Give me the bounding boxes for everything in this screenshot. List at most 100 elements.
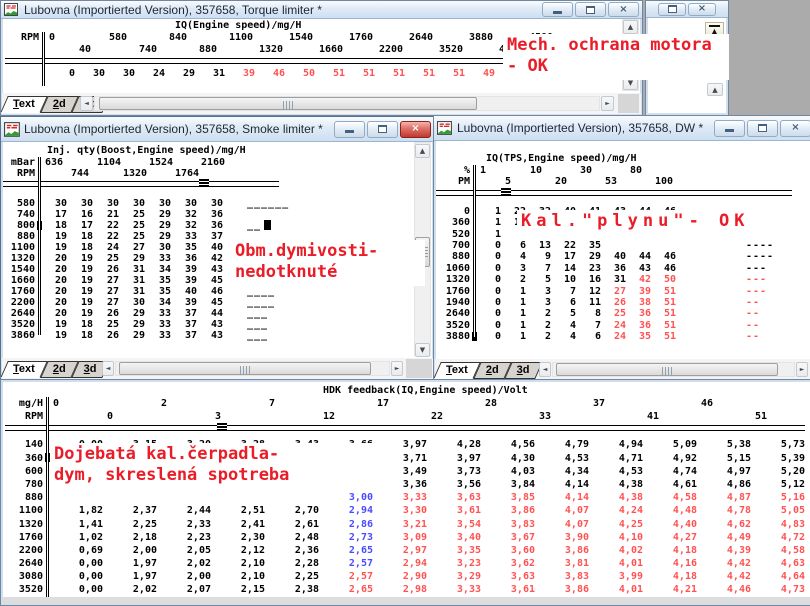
map-cell[interactable]: 40: [601, 251, 626, 262]
map-cell[interactable]: 2,02: [157, 557, 211, 570]
map-cell[interactable]: 24: [135, 68, 165, 80]
table-row[interactable]: 35200,002,022,072,152,382,652,983,333,61…: [5, 583, 810, 596]
maximize-button[interactable]: [747, 120, 778, 137]
map-cell[interactable]: 3,97: [373, 438, 427, 451]
map-cell[interactable]: 6: [576, 331, 601, 342]
map-cell[interactable]: 4,74: [643, 465, 697, 478]
map-cell[interactable]: 4,83: [751, 518, 805, 531]
map-cell[interactable]: 4,58: [751, 544, 805, 557]
table-row[interactable]: 80018172225293236__: [3, 220, 410, 231]
map-cell[interactable]: 35: [145, 275, 171, 286]
map-cell[interactable]: 29: [145, 209, 171, 220]
scroll-left-button[interactable]: ◄: [80, 96, 93, 111]
map-cell[interactable]: 6: [551, 297, 576, 308]
table-row[interactable]: 388001246243551--: [436, 331, 810, 342]
map-cell[interactable]: 18: [67, 242, 93, 253]
scroll-up-button[interactable]: ▲: [707, 83, 723, 96]
map-cell[interactable]: 33: [145, 319, 171, 330]
map-cell[interactable]: 4,53: [535, 452, 589, 465]
map-cell[interactable]: 3,40: [427, 531, 481, 544]
map-cell[interactable]: 38: [626, 297, 651, 308]
map-cell[interactable]: 3,63: [427, 491, 481, 504]
map-cell[interactable]: 39: [171, 297, 197, 308]
map-cell[interactable]: 20: [41, 308, 67, 319]
map-cell[interactable]: 44: [626, 251, 651, 262]
map-cell[interactable]: 22: [93, 220, 119, 231]
map-cell[interactable]: 4,38: [589, 478, 643, 491]
map-cell[interactable]: 0,00: [49, 583, 103, 596]
map-cell[interactable]: 4,49: [697, 531, 751, 544]
map-cell[interactable]: 26: [601, 297, 626, 308]
map-cell[interactable]: 32: [171, 220, 197, 231]
map-cell[interactable]: 45: [197, 297, 223, 308]
map-cell[interactable]: 36: [626, 320, 651, 331]
map-cell[interactable]: 33: [145, 253, 171, 264]
map-cell[interactable]: 4: [501, 251, 526, 262]
map-cell[interactable]: 18: [67, 330, 93, 341]
map-cell[interactable]: 39: [225, 68, 255, 80]
map-cell[interactable]: 4,02: [589, 544, 643, 557]
map-cell[interactable]: 2,97: [373, 544, 427, 557]
map-cell[interactable]: 40: [171, 286, 197, 297]
map-cell[interactable]: 2,90: [373, 570, 427, 583]
tab-2d[interactable]: 2d: [477, 362, 508, 379]
table-row[interactable]: 352019182529333743___: [3, 319, 410, 330]
map-cell[interactable]: 2,61: [265, 518, 319, 531]
tab-3d[interactable]: 3d: [75, 361, 106, 378]
map-cell[interactable]: 3,30: [373, 504, 427, 517]
scrollbar-thumb[interactable]: [556, 363, 778, 376]
map-cell[interactable]: 1,02: [49, 531, 103, 544]
map-cell[interactable]: 19: [67, 264, 93, 275]
map-cell[interactable]: 40: [197, 242, 223, 253]
map-cell[interactable]: 34: [145, 297, 171, 308]
map-cell[interactable]: 4,30: [481, 452, 535, 465]
map-cell[interactable]: 30: [41, 198, 67, 209]
map-cell[interactable]: 2,00: [103, 544, 157, 557]
map-cell[interactable]: 4,42: [697, 570, 751, 583]
map-cell[interactable]: 2,65: [319, 583, 373, 596]
map-cell[interactable]: 3,81: [535, 557, 589, 570]
map-cell[interactable]: 2,73: [319, 531, 373, 544]
map-cell[interactable]: 51: [651, 331, 676, 342]
map-cell[interactable]: 3,54: [427, 518, 481, 531]
map-cell[interactable]: 3,62: [481, 557, 535, 570]
map-cell[interactable]: 37: [197, 231, 223, 242]
map-cell[interactable]: 29: [165, 68, 195, 80]
map-cell[interactable]: 32: [171, 209, 197, 220]
map-cell[interactable]: 13: [526, 240, 551, 251]
map-cell[interactable]: 5,09: [643, 438, 697, 451]
map-cell[interactable]: 3,84: [481, 478, 535, 491]
map-cell[interactable]: 2,05: [157, 544, 211, 557]
scroll-down-button[interactable]: ▼: [415, 343, 430, 357]
table-row[interactable]: 26400,001,972,022,102,282,572,943,233,62…: [5, 557, 810, 570]
map-cell[interactable]: 3,86: [535, 583, 589, 596]
map-cell[interactable]: 1: [501, 308, 526, 319]
map-cell[interactable]: 5,39: [751, 452, 805, 465]
map-cell[interactable]: 3,90: [535, 531, 589, 544]
map-cell[interactable]: 39: [171, 264, 197, 275]
map-cell[interactable]: 31: [195, 68, 225, 80]
map-cell[interactable]: 3,71: [373, 452, 427, 465]
map-cell[interactable]: 4,48: [643, 504, 697, 517]
map-cell[interactable]: 18: [41, 220, 67, 231]
map-cell[interactable]: 4,21: [643, 583, 697, 596]
map-cell[interactable]: 43: [197, 330, 223, 341]
map-cell[interactable]: 4,10: [589, 531, 643, 544]
table-row[interactable]: 8803,003,333,633,854,144,384,584,875,16: [5, 491, 810, 504]
map-cell[interactable]: 4,14: [535, 478, 589, 491]
map-cell[interactable]: 29: [119, 308, 145, 319]
map-cell[interactable]: 6: [501, 240, 526, 251]
map-cell[interactable]: 24: [601, 320, 626, 331]
map-cell[interactable]: 17: [551, 251, 576, 262]
map-cell[interactable]: 5,05: [751, 504, 805, 517]
map-cell[interactable]: 3,86: [535, 544, 589, 557]
map-cell[interactable]: 2,36: [265, 544, 319, 557]
map-cell[interactable]: 19: [41, 330, 67, 341]
scroll-up-button[interactable]: ▲: [623, 20, 638, 34]
horizontal-scrollbar[interactable]: [552, 362, 795, 377]
map-cell[interactable]: 51: [651, 308, 676, 319]
map-cell[interactable]: 4,39: [697, 544, 751, 557]
map-cell[interactable]: 29: [145, 231, 171, 242]
map-cell[interactable]: 18: [67, 319, 93, 330]
map-cell[interactable]: 20: [41, 253, 67, 264]
